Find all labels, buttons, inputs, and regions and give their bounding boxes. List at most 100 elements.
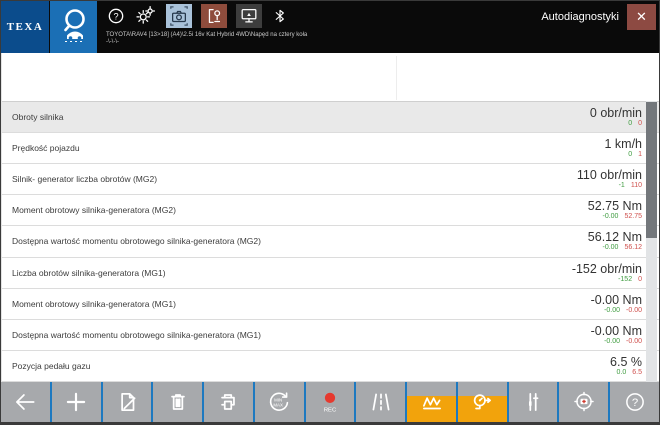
table-row[interactable]: Silnik- generator liczba obrotów (MG2) 1… <box>2 164 659 195</box>
road-test-button[interactable] <box>356 382 405 422</box>
parameter-min: -1 <box>619 182 625 190</box>
minmax-circular-arrow-icon: MIN MAX <box>265 388 293 416</box>
bluetooth-icon[interactable] <box>271 6 289 26</box>
table-row[interactable]: Prędkość pojazdu 1 km/h 0 1 <box>2 133 659 164</box>
table-row[interactable]: Liczba obrotów silnika-generatora (MG1) … <box>2 258 659 289</box>
printer-icon <box>215 389 241 415</box>
svg-text:MAX: MAX <box>274 402 284 407</box>
scrollbar-thumb[interactable] <box>646 102 657 238</box>
graph-view-button[interactable] <box>407 382 456 422</box>
close-button[interactable]: ✕ <box>627 4 656 30</box>
delete-button[interactable] <box>153 382 202 422</box>
crosshair-icon <box>571 389 597 415</box>
monitor-button[interactable] <box>236 4 262 28</box>
parameter-min: 0.0 <box>617 369 627 377</box>
magnifier-car-icon <box>57 6 91 49</box>
edit-page-pencil-icon <box>114 389 140 415</box>
svg-text:?: ? <box>631 397 637 409</box>
parameter-value: 1 km/h <box>604 137 642 151</box>
back-button[interactable] <box>1 382 50 422</box>
parameter-minmax: -0.00 52.75 <box>603 213 643 221</box>
table-row[interactable]: Moment obrotowy silnika-generatora (MG2)… <box>2 195 659 226</box>
table-row[interactable]: Obroty silnika 0 obr/min 0 0 <box>2 102 659 133</box>
camera-icon <box>168 6 190 26</box>
question-icon: ? <box>622 389 648 415</box>
trash-icon <box>165 389 191 415</box>
table-row[interactable]: Dostępna wartość momentu obrotowego siln… <box>2 226 659 257</box>
main-area: Obroty silnika 0 obr/min 0 0 Prędkość po… <box>1 53 659 382</box>
edit-button[interactable] <box>103 382 152 422</box>
parameter-minmax: -0.00 -0.00 <box>604 307 642 315</box>
parameter-table: Obroty silnika 0 obr/min 0 0 Prędkość po… <box>2 101 659 382</box>
parameter-label: Moment obrotowy silnika-generatora (MG1) <box>2 289 591 319</box>
camera-button[interactable] <box>166 4 192 28</box>
top-bar: TEXA ? <box>1 1 659 53</box>
table-row[interactable]: Pozycja pedału gazu 6.5 % 0.0 6.5 <box>2 351 659 382</box>
parameter-label: Liczba obrotów silnika-generatora (MG1) <box>2 258 572 288</box>
add-button[interactable] <box>52 382 101 422</box>
parameter-max: 0 <box>638 276 642 284</box>
waveform-icon <box>419 389 445 415</box>
parameter-minmax: 0 1 <box>628 151 642 159</box>
device-icon <box>203 6 225 26</box>
parameter-label: Obroty silnika <box>2 102 590 132</box>
minmax-reset-button[interactable]: MIN MAX <box>255 382 304 422</box>
parameter-label: Pozycja pedału gazu <box>2 351 610 381</box>
road-lanes-icon <box>368 389 394 415</box>
print-button[interactable] <box>204 382 253 422</box>
parameter-value: 52.75 Nm <box>588 199 642 213</box>
app-window: TEXA ? <box>0 0 660 425</box>
help-button[interactable]: ? <box>610 382 659 422</box>
topbar-icon-row: ? <box>106 1 541 31</box>
table-row[interactable]: Moment obrotowy silnika-generatora (MG1)… <box>2 289 659 320</box>
parameter-max: 6.5 <box>632 369 642 377</box>
table-row[interactable]: Dostępna wartość momentu obrotowego siln… <box>2 320 659 351</box>
parameter-max: 0 <box>638 120 642 128</box>
help-icon[interactable]: ? <box>106 6 126 26</box>
parameter-value: 56.12 Nm <box>588 230 642 244</box>
parameter-min: -0.00 <box>604 338 620 346</box>
vehicle-search-button[interactable] <box>50 1 97 53</box>
parameter-value: 6.5 % <box>610 355 642 369</box>
parameter-max: 110 <box>631 182 642 190</box>
parameter-value: -152 obr/min <box>572 262 642 276</box>
plus-icon <box>63 389 89 415</box>
parameter-label: Dostępna wartość momentu obrotowego siln… <box>2 320 591 350</box>
parameter-minmax: -0.00 -0.00 <box>604 338 642 346</box>
record-button[interactable]: REC <box>306 382 355 422</box>
parameter-label: Dostępna wartość momentu obrotowego siln… <box>2 226 588 256</box>
arrow-left-icon <box>12 389 38 415</box>
brand-logo: TEXA <box>1 1 49 53</box>
parameter-min: 0 <box>628 120 632 128</box>
parameter-minmax: -0.00 56.12 <box>603 244 643 252</box>
parameter-max: 1 <box>638 151 642 159</box>
parameter-label: Silnik- generator liczba obrotów (MG2) <box>2 164 577 194</box>
svg-text:REC: REC <box>324 407 336 413</box>
parameter-min: -0.00 <box>604 307 620 315</box>
vehicle-info: TOYOTA\RAV4 [13>18] (A4)\2.5i 16v Kat Hy… <box>106 32 541 46</box>
scrollbar[interactable] <box>646 101 657 382</box>
settings-gears-icon[interactable] <box>135 5 157 27</box>
device-button[interactable] <box>201 4 227 28</box>
live-output-icon <box>469 389 495 415</box>
monitor-icon <box>238 6 260 26</box>
close-icon: ✕ <box>636 9 647 25</box>
vehicle-info-line1: TOYOTA\RAV4 [13>18] (A4)\2.5i 16v Kat Hy… <box>106 32 541 39</box>
sliders-icon <box>520 389 546 415</box>
parameter-minmax: 0.0 6.5 <box>617 369 642 377</box>
parameter-max: -0.00 <box>626 307 642 315</box>
parameter-value: -0.00 Nm <box>591 324 642 338</box>
vehicle-info-line2: -\-\-\- <box>106 39 541 46</box>
settings-sliders-button[interactable] <box>509 382 558 422</box>
parameter-label: Moment obrotowy silnika-generatora (MG2) <box>2 195 588 225</box>
parameter-minmax: -1 110 <box>619 182 642 190</box>
app-area-label: Autodiagnostyki <box>541 11 619 23</box>
parameter-minmax: 0 0 <box>628 120 642 128</box>
live-data-button[interactable] <box>458 382 507 422</box>
target-button[interactable] <box>559 382 608 422</box>
parameter-min: -0.00 <box>603 213 619 221</box>
brand-text: TEXA <box>7 21 44 33</box>
parameter-max: 56.12 <box>624 244 642 252</box>
parameter-value: -0.00 Nm <box>591 293 642 307</box>
parameter-min: -152 <box>618 276 632 284</box>
